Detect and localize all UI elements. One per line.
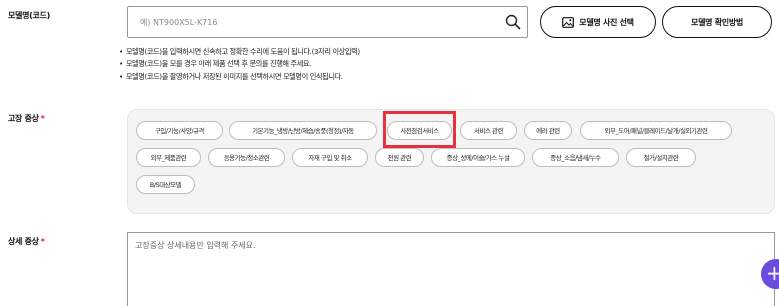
check-button-label: 모델명 확인방법 [691,17,743,27]
model-input-placeholder: 예) NT900X5L-K716 [140,18,218,27]
selected-chip-highlight [383,111,456,148]
model-hint-list: 모델명(코드)을 입력하시면 신속하고 정확한 수리에 도움이 됩니다.(3자리… [119,46,360,83]
detail-label: 상세 증상 * [8,236,45,247]
symptom-chip[interactable]: 구입/기능/사양/규격 [136,121,223,140]
model-check-method-button[interactable]: 모델명 확인방법 [662,6,772,38]
required-mark: * [40,114,45,123]
symptom-chip[interactable]: 전원 관련 [375,148,424,167]
model-search-input[interactable]: 예) NT900X5L-K716 [127,6,528,38]
symptom-chip[interactable]: 철거/설치관련 [626,148,696,167]
search-icon[interactable] [505,14,521,30]
photo-button-label: 모델명 사진 선택 [579,17,634,27]
symptom-chip[interactable]: 서비스 관련 [460,121,517,140]
detail-symptom-textarea[interactable]: 고장증상 상세내용만 입력해 주세요. [127,232,775,306]
symptom-chip[interactable]: 자재 구입 및 취소 [292,148,368,167]
model-photo-select-button[interactable]: 모델명 사진 선택 [540,6,656,38]
symptom-chip[interactable]: B/S대상모델 [136,175,195,194]
symptom-label: 고장 증상 * [8,113,45,124]
detail-label-text: 상세 증상 [8,237,39,246]
symptom-chip[interactable]: 증상_소음/냄새/누수 [532,148,619,167]
symptom-chip[interactable]: 외부_도어/패널/블레이드/날개/실외기관련 [580,121,732,140]
image-icon [562,16,575,28]
model-hint: 모델명(코드)을 모를 경우 아래 제품 선택 후 문의를 진행해 주세요. [119,58,360,70]
symptom-chip[interactable]: 기본기능_냉방/난방/제습/송풍(청정)/자동 [229,121,377,140]
model-hint: 모델명(코드)을 촬영하거나 저장된 이미지를 선택하시면 모델명이 인식됩니다… [119,71,360,83]
symptom-label-text: 고장 증상 [8,114,39,123]
model-label: 모델명(코드) [8,11,51,20]
symptom-chip[interactable]: 응용기능/청소관련 [208,148,285,167]
detail-placeholder: 고장증상 상세내용만 입력해 주세요. [135,241,256,250]
symptom-chip[interactable]: 외부_제품관련 [136,148,201,167]
symptom-chip[interactable]: 증상_성에/이슬/가스 누설 [431,148,525,167]
symptom-chip[interactable]: 에러 관련 [524,121,572,140]
required-mark: * [40,237,45,246]
model-hint: 모델명(코드)을 입력하시면 신속하고 정확한 수리에 도움이 됩니다.(3자리… [119,46,360,58]
